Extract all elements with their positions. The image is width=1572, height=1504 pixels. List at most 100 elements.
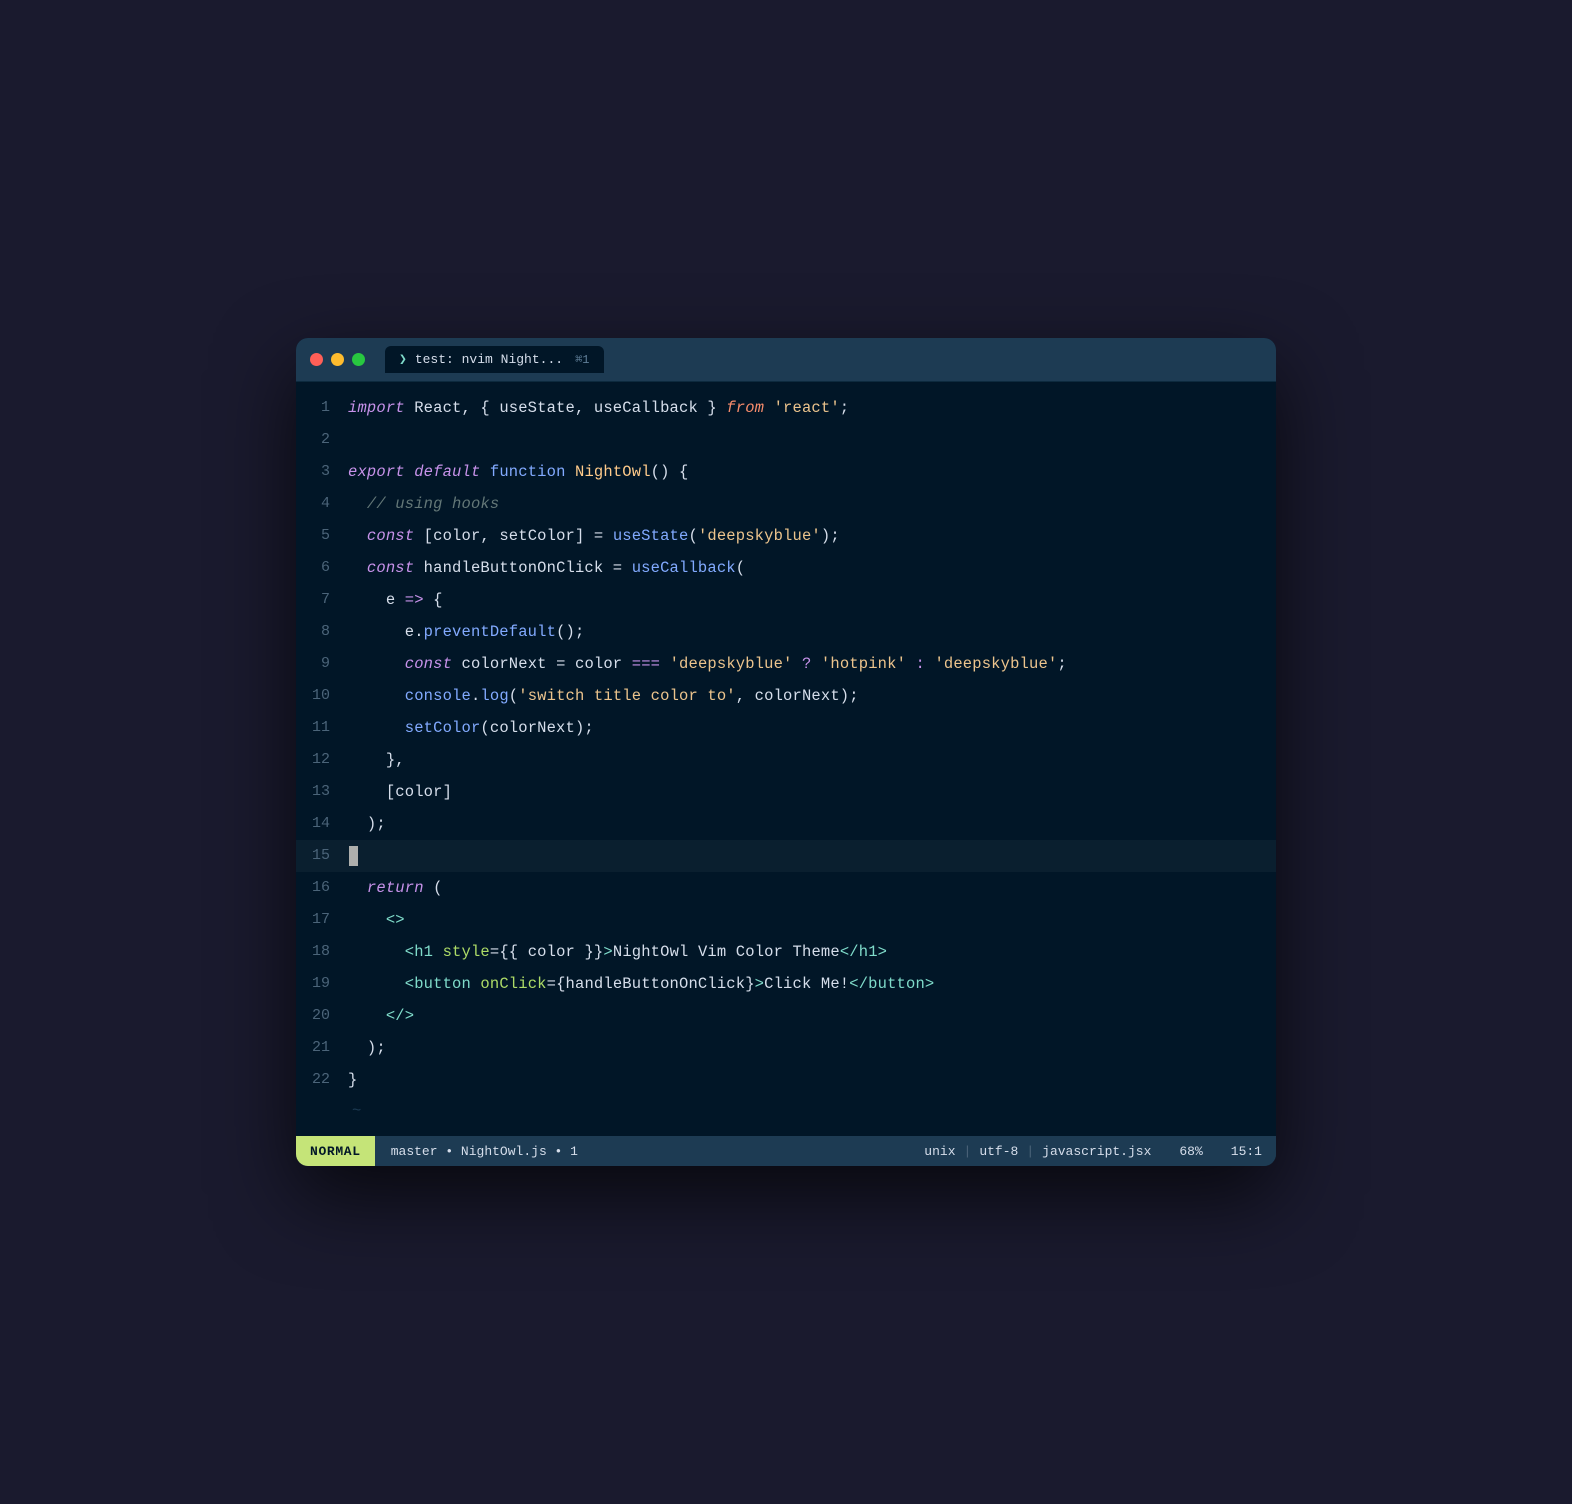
token-plain: , colorNext); [736,687,859,705]
line-number: 12 [296,745,348,775]
code-line: 19 <button onClick={handleButtonOnClick}… [296,968,1276,1000]
code-line: 1import React, { useState, useCallback }… [296,392,1276,424]
token-plain: }, [348,751,405,769]
line-number: 3 [296,457,348,487]
token-plain [405,463,414,481]
line-number: 8 [296,617,348,647]
statusbar: NORMAL master • NightOwl.js • 1 unix | u… [296,1136,1276,1166]
token-plain: Click Me! [764,975,849,993]
token-plain [348,975,405,993]
code-line: 2 [296,424,1276,456]
line-number: 5 [296,521,348,551]
token-string-sq: 'deepskyblue' [670,655,793,673]
line-content: } [348,1065,1276,1095]
tab-shortcut: ⌘1 [575,352,589,367]
line-content: import React, { useState, useCallback } … [348,393,1276,423]
editor-window: ❯ test: nvim Night... ⌘1 1import React, … [296,338,1276,1166]
token-plain: ; [1057,655,1066,673]
line-number: 22 [296,1065,348,1095]
token-comment: // using hooks [367,495,499,513]
line-number: 10 [296,681,348,711]
token-plain: [color, setColor] = [414,527,613,545]
maximize-button[interactable] [352,353,365,366]
token-plain [348,719,405,737]
line-number: 21 [296,1033,348,1063]
titlebar: ❯ test: nvim Night... ⌘1 [296,338,1276,382]
token-plain: (); [556,623,584,641]
line-number [296,1097,348,1125]
line-content: const [color, setColor] = useState('deep… [348,521,1276,551]
line-number: 17 [296,905,348,935]
token-plain: ); [348,815,386,833]
code-line: 15 [296,840,1276,872]
token-plain [811,655,820,673]
token-jsx-tag: <button [405,975,471,993]
line-number: 13 [296,777,348,807]
code-line: 4 // using hooks [296,488,1276,520]
line-number: 7 [296,585,348,615]
minimize-button[interactable] [331,353,344,366]
code-editor[interactable]: 1import React, { useState, useCallback }… [296,382,1276,1136]
line-content: e.preventDefault(); [348,617,1276,647]
token-jsx-punct: </> [386,1007,414,1025]
token-jsx-attr: onClick [480,975,546,993]
token-component: NightOwl [575,463,651,481]
token-jsx-tag: </h1> [840,943,887,961]
token-kw-const: const [367,527,414,545]
line-content: return ( [348,873,1276,903]
code-line: 11 setColor(colorNext); [296,712,1276,744]
token-plain: } [348,1071,357,1089]
token-plain: }} [584,943,603,961]
file-format: unix [924,1144,955,1159]
token-ternary: : [916,655,925,673]
token-kw-const: const [367,559,414,577]
token-string-sq: 'switch title color to' [518,687,736,705]
code-line: 18 <h1 style={{ color }}>NightOwl Vim Co… [296,936,1276,968]
code-line: 7 e => { [296,584,1276,616]
vim-mode: NORMAL [296,1136,375,1166]
token-string-sq: 'react' [774,399,840,417]
editor-tab[interactable]: ❯ test: nvim Night... ⌘1 [385,346,604,373]
token-jsx-attr: style [443,943,490,961]
line-number: 15 [296,841,348,871]
token-plain [566,463,575,481]
token-arrow: => [405,591,424,609]
line-content: console.log('switch title color to', col… [348,681,1276,711]
terminal-icon: ❯ [399,352,407,367]
token-kw-export: export [348,463,405,481]
line-content: </> [348,1001,1276,1031]
vim-cursor [349,846,358,866]
token-fn-call: useCallback [632,559,736,577]
token-fn-call: preventDefault [424,623,556,641]
token-plain: colorNext = color [452,655,632,673]
line-content: }, [348,745,1276,775]
token-plain: NightOwl Vim Color Theme [613,943,840,961]
line-number: 18 [296,937,348,967]
line-number: 9 [296,649,348,679]
token-plain: ); [348,1039,386,1057]
close-button[interactable] [310,353,323,366]
token-triple-eq: === [632,655,660,673]
line-number: 1 [296,393,348,423]
file-encoding: utf-8 [979,1144,1018,1159]
line-number: 16 [296,873,348,903]
line-number: 20 [296,1001,348,1031]
token-plain [348,1007,386,1025]
token-fn-call: useState [613,527,689,545]
code-line: 20 </> [296,1000,1276,1032]
token-jsx-tag: > [755,975,764,993]
token-plain: React, { useState, useCallback } [405,399,727,417]
token-plain [348,527,367,545]
token-plain: (colorNext); [480,719,593,737]
token-kw-const: const [405,655,452,673]
token-plain [793,655,802,673]
file-info: unix | utf-8 | javascript.jsx [910,1136,1165,1166]
line-number: 11 [296,713,348,743]
token-plain: () { [651,463,689,481]
code-line: 8 e.preventDefault(); [296,616,1276,648]
token-plain: ); [821,527,840,545]
code-line: 14 ); [296,808,1276,840]
token-plain [348,687,405,705]
code-line: 10 console.log('switch title color to', … [296,680,1276,712]
token-plain [348,943,405,961]
